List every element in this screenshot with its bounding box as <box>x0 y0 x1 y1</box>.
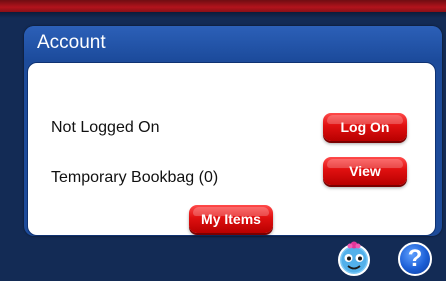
view-bookbag-button-label: View <box>349 163 381 179</box>
log-on-button-label: Log On <box>340 119 390 135</box>
account-panel-body: Not Logged On Log On Temporary Bookbag (… <box>27 62 436 236</box>
my-items-button-label: My Items <box>201 211 261 227</box>
help-question-icon[interactable]: ? <box>398 242 432 276</box>
account-panel-header: Account <box>24 26 442 60</box>
top-bar-shadow <box>0 12 446 18</box>
top-red-bar <box>0 0 446 12</box>
login-status-label: Not Logged On <box>51 119 160 136</box>
account-panel-title: Account <box>37 32 106 53</box>
view-bookbag-button[interactable]: View <box>323 157 407 185</box>
mascot-face-icon[interactable] <box>334 240 374 276</box>
log-on-button[interactable]: Log On <box>323 113 407 141</box>
my-items-button[interactable]: My Items <box>189 205 273 233</box>
bookbag-label: Temporary Bookbag (0) <box>51 169 219 186</box>
mascot-face-icon-graphic <box>338 241 370 276</box>
account-panel: Account Not Logged On Log On Temporary B… <box>24 26 442 236</box>
